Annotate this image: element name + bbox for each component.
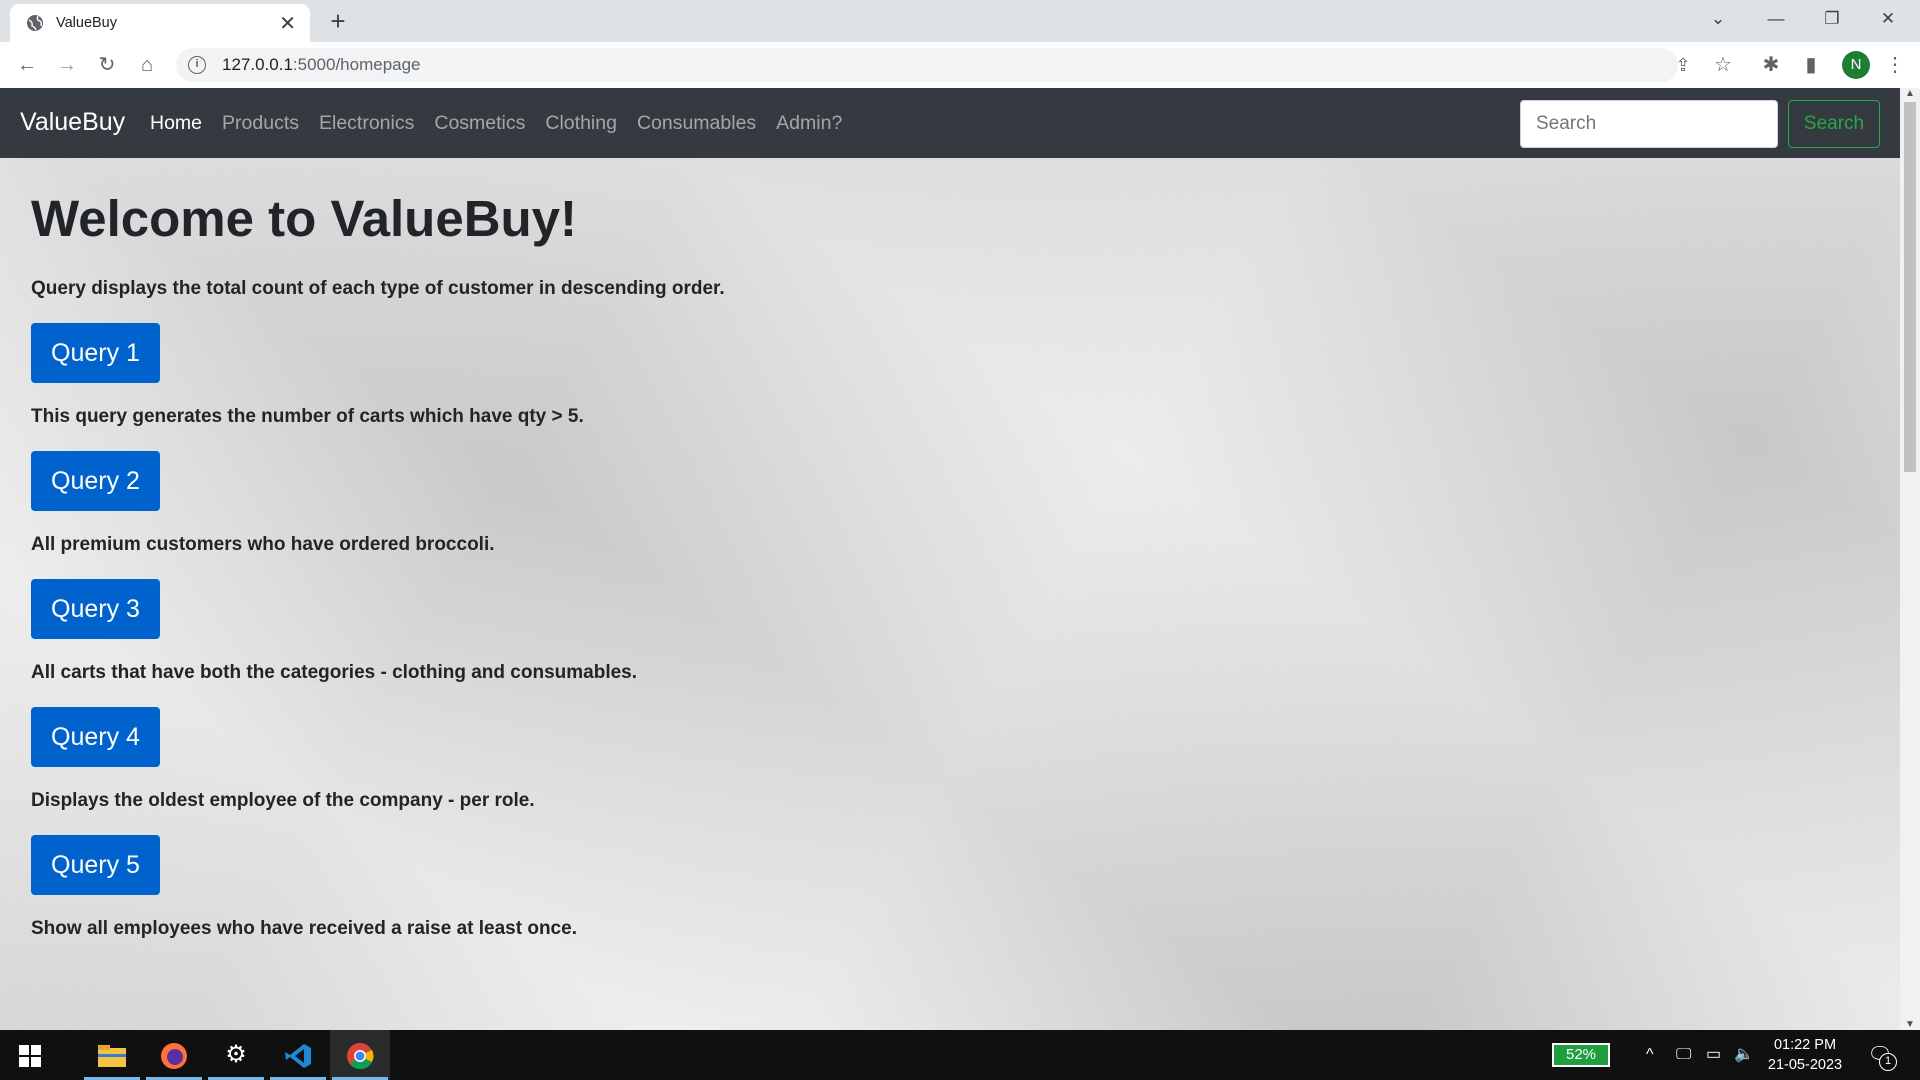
url-text: 127.0.0.1:5000/homepage xyxy=(222,55,421,74)
nav-link-cosmetics[interactable]: Cosmetics xyxy=(434,112,525,135)
query-block: Query displays the total count of each t… xyxy=(31,277,725,384)
globe-icon xyxy=(27,15,43,31)
query-block: All premium customers who have ordered b… xyxy=(31,533,725,640)
nav-link-admin[interactable]: Admin? xyxy=(776,112,842,135)
tray-overflow-chevron-icon[interactable]: ^ xyxy=(1646,1030,1654,1080)
clock-date: 21-05-2023 xyxy=(1767,1057,1843,1073)
query-5-button[interactable]: Query 5 xyxy=(31,835,160,896)
navbar-links: Home Products Electronics Cosmetics Clot… xyxy=(150,112,842,135)
nav-link-home[interactable]: Home xyxy=(150,112,202,135)
nav-link-clothing[interactable]: Clothing xyxy=(545,112,617,135)
reload-icon[interactable]: ↻ xyxy=(92,50,122,80)
browser-tabstrip: ValueBuy ✕ + ⌄ — ❐ ✕ xyxy=(0,0,1920,42)
restore-icon[interactable]: ❐ xyxy=(1804,0,1860,40)
query-block: All carts that have both the categories … xyxy=(31,661,725,768)
file-explorer-icon[interactable] xyxy=(82,1030,142,1080)
battery-indicator[interactable]: 52% xyxy=(1552,1043,1610,1067)
query-description: Displays the oldest employee of the comp… xyxy=(31,790,535,812)
site-info-icon[interactable]: i xyxy=(188,56,206,74)
main-content: Welcome to ValueBuy! Query displays the … xyxy=(31,188,725,941)
query-description: This query generates the number of carts… xyxy=(31,406,584,428)
side-panel-icon[interactable]: ▮ xyxy=(1796,50,1826,80)
vscode-icon[interactable] xyxy=(268,1030,328,1080)
address-bar[interactable]: i 127.0.0.1:5000/homepage xyxy=(176,48,1678,82)
scrollbar-thumb[interactable] xyxy=(1904,102,1916,472)
volume-icon[interactable]: 🔈 xyxy=(1734,1030,1754,1080)
page-viewport: ValueBuy Home Products Electronics Cosme… xyxy=(0,88,1900,1030)
tab-title: ValueBuy xyxy=(56,15,117,31)
navbar-brand[interactable]: ValueBuy xyxy=(20,108,125,137)
query-1-button[interactable]: Query 1 xyxy=(31,323,160,384)
query-block: Show all employees who have received a r… xyxy=(31,917,725,941)
chrome-icon[interactable] xyxy=(330,1030,390,1080)
query-block: Displays the oldest employee of the comp… xyxy=(31,789,725,896)
forward-icon[interactable]: → xyxy=(52,50,82,80)
search-input[interactable] xyxy=(1520,100,1778,148)
query-description: Query displays the total count of each t… xyxy=(31,278,725,300)
battery-tray-icon[interactable]: ▭ xyxy=(1706,1030,1721,1080)
network-icon[interactable]: 🖵 xyxy=(1676,1030,1691,1080)
query-2-button[interactable]: Query 2 xyxy=(31,451,160,512)
home-icon[interactable]: ⌂ xyxy=(132,50,162,80)
windows-taskbar: ⚙ 52% ^ 🖵 ▭ 🔈 01:22 PM 21-05-2023 🗨 1 xyxy=(0,1030,1920,1080)
browser-tab[interactable]: ValueBuy ✕ xyxy=(10,4,310,42)
site-navbar: ValueBuy Home Products Electronics Cosme… xyxy=(0,88,1900,158)
scroll-down-arrow-icon[interactable]: ▼ xyxy=(1900,1019,1920,1030)
windows-start-icon[interactable] xyxy=(0,1030,60,1080)
query-description: All carts that have both the categories … xyxy=(31,662,638,684)
scroll-up-arrow-icon[interactable]: ▲ xyxy=(1900,88,1920,99)
browser-toolbar: ← → ↻ ⌂ i 127.0.0.1:5000/homepage ⇪ ☆ ✱ … xyxy=(0,42,1920,88)
page-scrollbar[interactable]: ▲ ▼ xyxy=(1900,88,1920,1030)
notification-center-icon[interactable]: 🗨 1 xyxy=(1866,1042,1897,1071)
search-button[interactable]: Search xyxy=(1788,100,1880,148)
minimize-icon[interactable]: — xyxy=(1748,0,1804,40)
taskbar-clock[interactable]: 01:22 PM 21-05-2023 xyxy=(1760,1035,1850,1075)
nav-link-electronics[interactable]: Electronics xyxy=(319,112,414,135)
new-tab-icon[interactable]: + xyxy=(322,6,354,38)
page-title: Welcome to ValueBuy! xyxy=(31,190,578,247)
notification-count: 1 xyxy=(1879,1053,1897,1071)
bookmark-star-icon[interactable]: ☆ xyxy=(1708,50,1738,80)
query-4-button[interactable]: Query 4 xyxy=(31,707,160,768)
query-description: Show all employees who have received a r… xyxy=(31,918,577,940)
nav-link-consumables[interactable]: Consumables xyxy=(637,112,756,135)
tab-close-icon[interactable]: ✕ xyxy=(279,11,296,36)
back-icon[interactable]: ← xyxy=(12,50,42,80)
query-block: This query generates the number of carts… xyxy=(31,405,725,512)
extensions-icon[interactable]: ✱ xyxy=(1756,50,1786,80)
query-description: All premium customers who have ordered b… xyxy=(31,534,495,556)
browser-menu-icon[interactable]: ⋮ xyxy=(1880,50,1910,80)
close-window-icon[interactable]: ✕ xyxy=(1860,0,1916,40)
nav-link-products[interactable]: Products xyxy=(222,112,299,135)
settings-gear-icon[interactable]: ⚙ xyxy=(206,1030,266,1080)
clock-time: 01:22 PM xyxy=(1773,1037,1837,1053)
firefox-icon[interactable] xyxy=(144,1030,204,1080)
query-3-button[interactable]: Query 3 xyxy=(31,579,160,640)
share-icon[interactable]: ⇪ xyxy=(1668,50,1698,80)
profile-avatar[interactable]: N xyxy=(1842,51,1870,79)
tab-search-chevron-icon[interactable]: ⌄ xyxy=(1690,0,1746,40)
